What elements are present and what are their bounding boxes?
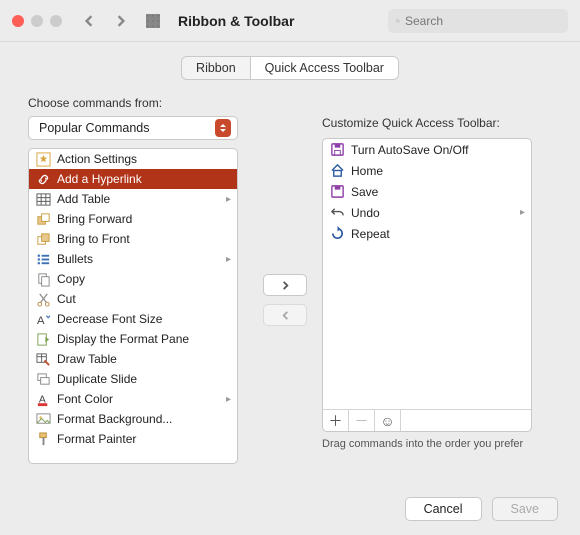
- list-item[interactable]: A Font Color ▸: [29, 389, 237, 409]
- tab-bar: Ribbon Quick Access Toolbar: [0, 56, 580, 80]
- table-icon: [35, 191, 51, 207]
- list-item[interactable]: Duplicate Slide: [29, 369, 237, 389]
- star-icon: [35, 151, 51, 167]
- list-item[interactable]: Save: [323, 181, 531, 202]
- list-item[interactable]: Turn AutoSave On/Off: [323, 139, 531, 160]
- qat-list[interactable]: Turn AutoSave On/OffHomeSaveUndo▸Repeat …: [322, 138, 532, 432]
- list-item[interactable]: Bring Forward: [29, 209, 237, 229]
- list-item-label: Bullets: [57, 252, 93, 266]
- bring-forward-icon: [35, 211, 51, 227]
- list-item-label: Format Painter: [57, 432, 136, 446]
- commands-dropdown[interactable]: Popular Commands: [28, 116, 238, 140]
- format-bg-icon: [35, 411, 51, 427]
- list-item[interactable]: Add a Hyperlink: [29, 169, 237, 189]
- list-item[interactable]: Format Background...: [29, 409, 237, 429]
- list-item[interactable]: Home: [323, 160, 531, 181]
- customize-qat-label: Customize Quick Access Toolbar:: [322, 116, 552, 130]
- list-item[interactable]: Cut: [29, 289, 237, 309]
- zoom-window-button[interactable]: [50, 15, 62, 27]
- list-item[interactable]: Add Table ▸: [29, 189, 237, 209]
- list-item-label: Add Table: [57, 192, 110, 206]
- list-item-label: Bring Forward: [57, 212, 132, 226]
- link-icon: [35, 171, 51, 187]
- commands-dropdown-value: Popular Commands: [39, 121, 149, 135]
- list-item[interactable]: Display the Format Pane: [29, 329, 237, 349]
- close-window-button[interactable]: [12, 15, 24, 27]
- search-field[interactable]: [388, 9, 568, 33]
- remove-command-button[interactable]: [263, 304, 307, 326]
- list-item[interactable]: Undo ▸: [323, 202, 531, 223]
- forward-button[interactable]: [110, 10, 132, 32]
- cut-icon: [35, 291, 51, 307]
- dropdown-stepper-icon: [215, 119, 231, 137]
- titlebar: Ribbon & Toolbar: [0, 0, 580, 42]
- save-icon: [329, 184, 345, 200]
- tab-ribbon[interactable]: Ribbon: [182, 57, 250, 79]
- painter-icon: [35, 431, 51, 447]
- list-item-label: Format Background...: [57, 412, 172, 426]
- list-item[interactable]: Copy: [29, 269, 237, 289]
- choose-commands-label: Choose commands from:: [28, 96, 248, 110]
- list-item-label: Undo: [351, 206, 380, 220]
- list-item[interactable]: Bullets ▸: [29, 249, 237, 269]
- list-item-label: Duplicate Slide: [57, 372, 137, 386]
- chevron-right-icon: ▸: [520, 207, 525, 218]
- chevron-right-icon: ▸: [226, 394, 231, 405]
- drag-hint: Drag commands into the order you prefer: [322, 438, 552, 450]
- list-item-label: Turn AutoSave On/Off: [351, 143, 468, 157]
- commands-list[interactable]: Action Settings Add a Hyperlink Add Table ▸…: [28, 148, 238, 464]
- list-item[interactable]: A Decrease Font Size: [29, 309, 237, 329]
- font-decrease-icon: A: [35, 311, 51, 327]
- chevron-right-icon: ▸: [226, 194, 231, 205]
- bring-front-icon: [35, 231, 51, 247]
- qat-add-button[interactable]: ＋: [323, 410, 349, 432]
- chevron-right-icon: ▸: [226, 254, 231, 265]
- qat-toolstrip: ＋ － ☺: [323, 409, 531, 431]
- list-item-label: Display the Format Pane: [57, 332, 189, 346]
- list-item[interactable]: Format Painter: [29, 429, 237, 449]
- save-button[interactable]: Save: [492, 497, 559, 521]
- list-item-label: Home: [351, 164, 383, 178]
- search-icon: [396, 15, 400, 27]
- list-item-label: Copy: [57, 272, 85, 286]
- back-button[interactable]: [78, 10, 100, 32]
- search-input[interactable]: [405, 14, 560, 28]
- duplicate-icon: [35, 371, 51, 387]
- list-item-label: Bring to Front: [57, 232, 130, 246]
- page-title: Ribbon & Toolbar: [178, 13, 294, 29]
- autosave-icon: [329, 142, 345, 158]
- list-item-label: Font Color: [57, 392, 113, 406]
- list-item-label: Action Settings: [57, 152, 137, 166]
- add-command-button[interactable]: [263, 274, 307, 296]
- list-item[interactable]: Action Settings: [29, 149, 237, 169]
- repeat-icon: [329, 226, 345, 242]
- tab-quick-access-toolbar[interactable]: Quick Access Toolbar: [250, 57, 398, 79]
- font-color-icon: A: [35, 391, 51, 407]
- copy-icon: [35, 271, 51, 287]
- list-item-label: Repeat: [351, 227, 390, 241]
- svg-text:A: A: [36, 315, 44, 327]
- home-icon: [329, 163, 345, 179]
- list-item[interactable]: Draw Table: [29, 349, 237, 369]
- window-controls: [12, 15, 62, 27]
- draw-table-icon: [35, 351, 51, 367]
- list-item-label: Cut: [57, 292, 76, 306]
- cancel-button[interactable]: Cancel: [405, 497, 482, 521]
- list-item[interactable]: Repeat: [323, 223, 531, 244]
- qat-remove-button[interactable]: －: [349, 410, 375, 432]
- list-item-label: Add a Hyperlink: [57, 172, 142, 186]
- list-item[interactable]: Bring to Front: [29, 229, 237, 249]
- list-item-label: Save: [351, 185, 378, 199]
- list-item-label: Draw Table: [57, 352, 117, 366]
- undo-icon: [329, 205, 345, 221]
- format-pane-icon: [35, 331, 51, 347]
- minimize-window-button[interactable]: [31, 15, 43, 27]
- qat-options-button[interactable]: ☺: [375, 410, 401, 432]
- list-item-label: Decrease Font Size: [57, 312, 162, 326]
- apps-grid-icon[interactable]: [142, 10, 164, 32]
- bullets-icon: [35, 251, 51, 267]
